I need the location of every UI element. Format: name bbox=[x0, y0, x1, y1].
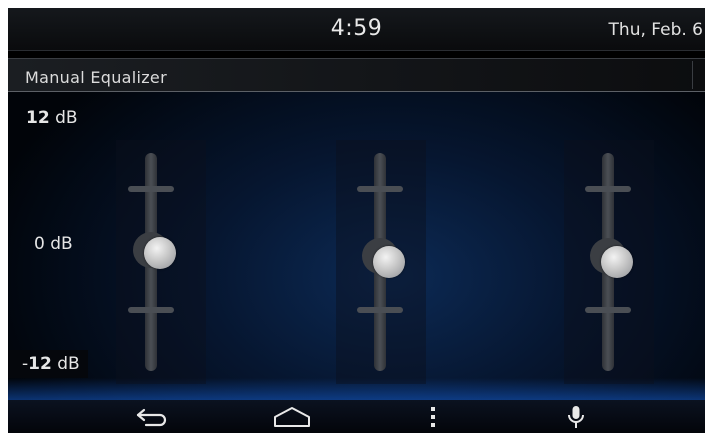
status-bar: 4:59 Thu, Feb. 6 bbox=[8, 8, 705, 51]
back-icon bbox=[136, 408, 167, 427]
microphone-icon bbox=[568, 406, 584, 428]
home-icon bbox=[274, 407, 310, 427]
voice-button[interactable] bbox=[556, 404, 596, 430]
slider-knob-band-1[interactable] bbox=[144, 236, 176, 269]
slider-tick-upper-2 bbox=[357, 186, 403, 192]
slider-knob-band-2[interactable] bbox=[373, 246, 405, 278]
scale-label-zero: 0 dB bbox=[34, 234, 73, 254]
slider-tick-upper-1 bbox=[128, 186, 174, 192]
navigation-bar bbox=[8, 400, 705, 433]
home-button[interactable] bbox=[272, 404, 312, 430]
title-bar: Manual Equalizer bbox=[8, 58, 705, 93]
infotainment-screen: 4:59 Thu, Feb. 6 Manual Equalizer 12 dB … bbox=[8, 8, 705, 433]
slider-tick-lower-2 bbox=[357, 307, 403, 313]
scale-label-max: 12 dB bbox=[26, 108, 78, 128]
back-button[interactable] bbox=[134, 404, 174, 430]
menu-button[interactable] bbox=[413, 404, 453, 430]
menu-icon bbox=[431, 407, 435, 427]
title-divider bbox=[692, 61, 693, 89]
slider-tick-lower-3 bbox=[585, 307, 631, 313]
slider-tick-upper-3 bbox=[585, 186, 631, 192]
slider-knob-band-3[interactable] bbox=[601, 246, 633, 278]
slider-tick-lower-1 bbox=[128, 307, 174, 313]
scale-label-min: -12 dB bbox=[8, 350, 88, 378]
date: Thu, Feb. 6 bbox=[608, 20, 703, 40]
page-title: Manual Equalizer bbox=[25, 68, 167, 87]
clock: 4:59 bbox=[330, 16, 383, 41]
